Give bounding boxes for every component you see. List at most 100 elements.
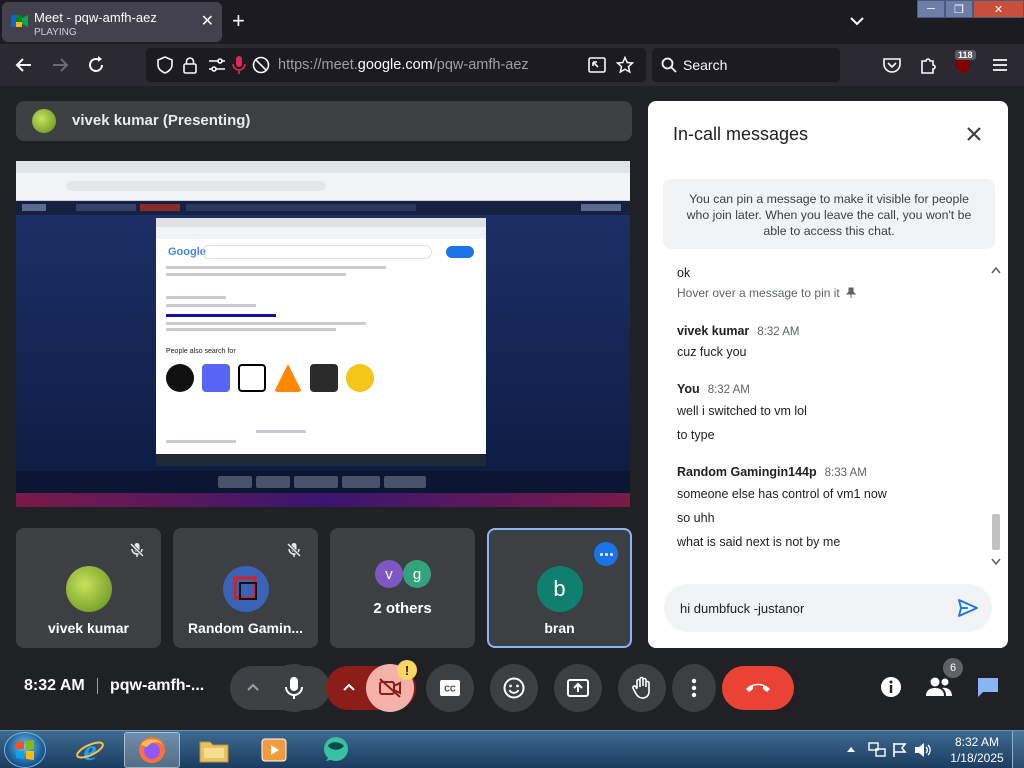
taskbar-chat-app[interactable] [308, 732, 364, 768]
chat-icon[interactable] [976, 676, 1000, 698]
back-arrow-icon[interactable] [14, 55, 34, 75]
scroll-down-icon[interactable] [991, 558, 1001, 566]
captions-button[interactable]: CC [426, 664, 474, 712]
chat-sender: Random Gamingin144p 8:33 AM [677, 465, 867, 479]
participant-tile-others[interactable]: v g 2 others [330, 528, 475, 648]
microphone-red-icon[interactable] [232, 55, 246, 75]
close-window-button[interactable]: ✕ [973, 0, 1024, 18]
shield-icon[interactable] [156, 56, 174, 74]
chat-message: well i switched to vm lol [677, 404, 807, 418]
participant-tile-random-gaming[interactable]: Random Gamin... [173, 528, 318, 648]
action-center-flag-icon[interactable] [892, 742, 908, 758]
permissions-icon[interactable] [208, 57, 226, 73]
hang-up-icon [746, 683, 770, 692]
taskbar-media-player[interactable] [246, 732, 302, 768]
audio-control-group [230, 664, 330, 712]
raise-hand-button[interactable] [618, 664, 666, 712]
volume-icon[interactable] [914, 742, 932, 758]
taskbar-file-explorer[interactable] [186, 732, 242, 768]
extension-badge-count: 118 [955, 50, 976, 60]
chat-bubble-app-icon [324, 737, 348, 761]
meet-control-bar: 8:32 AM pqw-amfh-... ! CC 6 [0, 656, 1024, 718]
shared-screen[interactable]: Google People also search for [16, 161, 630, 507]
shared-browser-tabs [16, 161, 630, 173]
send-icon[interactable] [956, 596, 980, 620]
chat-sender: vivek kumar 8:32 AM [677, 324, 800, 338]
more-options-button[interactable] [672, 664, 716, 712]
shared-app-toolbar [16, 201, 630, 215]
taskbar-internet-explorer[interactable]: e [62, 732, 118, 768]
participant-name: vivek kumar [48, 620, 129, 636]
shared-desktop: Google People also search for [16, 215, 630, 471]
chevron-up-icon[interactable] [342, 682, 356, 692]
chevron-up-icon[interactable] [246, 682, 260, 692]
participant-name: 2 others [373, 600, 432, 617]
chevron-down-icon[interactable] [848, 12, 866, 30]
show-hidden-icons-icon[interactable] [846, 745, 856, 753]
emoji-button[interactable] [490, 664, 538, 712]
folder-icon [199, 741, 229, 763]
pin-icon [845, 287, 857, 298]
chat-input-box[interactable] [664, 584, 992, 632]
closed-captions-icon: CC [440, 680, 460, 696]
scrollbar-thumb[interactable] [992, 514, 1000, 550]
presenter-banner: vivek kumar (Presenting) [16, 101, 632, 141]
close-icon[interactable] [964, 124, 984, 144]
present-screen-button[interactable] [554, 664, 602, 712]
show-desktop-button[interactable] [1012, 731, 1024, 768]
leave-call-button[interactable] [722, 666, 794, 710]
microphone-icon [285, 677, 303, 699]
minimize-button[interactable]: ─ [917, 0, 945, 18]
chat-scrollbar[interactable] [989, 266, 1003, 568]
new-tab-button[interactable]: + [232, 10, 245, 32]
picture-in-picture-icon[interactable] [588, 56, 606, 74]
taskbar-firefox[interactable] [124, 732, 180, 768]
vivek-avatar [65, 566, 112, 612]
search-icon [661, 57, 677, 73]
chat-message-input[interactable] [680, 598, 940, 618]
meeting-info-icon[interactable] [880, 676, 902, 698]
forward-arrow-icon[interactable] [50, 55, 70, 75]
camera-warning-badge: ! [397, 660, 417, 680]
search-placeholder: Search [683, 57, 728, 73]
microphone-button[interactable] [270, 664, 318, 712]
tab-close-icon[interactable]: ✕ [201, 13, 214, 31]
bookmark-star-icon[interactable] [616, 56, 634, 74]
taskbar-date: 1/18/2025 [950, 751, 1004, 765]
participant-tile-bran[interactable]: b bran [487, 528, 632, 648]
meet-page: vivek kumar (Presenting) Google People a… [0, 86, 1024, 730]
present-screen-icon [567, 679, 589, 697]
hamburger-menu-icon[interactable] [990, 55, 1010, 75]
meet-speaker-icon [11, 15, 28, 27]
lock-icon[interactable] [182, 56, 198, 74]
start-button[interactable] [4, 732, 46, 768]
more-options-button[interactable] [594, 542, 618, 566]
browser-tab-meet[interactable]: Meet - pqw-amfh-aez PLAYING ✕ [2, 2, 222, 42]
shared-google-logo: Google [168, 246, 206, 258]
avatar-b: b [536, 566, 583, 612]
more-vert-icon [691, 678, 697, 698]
reload-icon[interactable] [86, 55, 106, 75]
shared-inner-browser: Google People also search for [156, 218, 486, 466]
shared-address-bar [16, 173, 630, 201]
scroll-up-icon[interactable] [991, 266, 1001, 274]
taskbar-clock[interactable]: 8:32 AM 1/18/2025 [944, 734, 1010, 766]
pocket-icon[interactable] [882, 55, 902, 75]
extensions-puzzle-icon[interactable] [918, 55, 938, 75]
pin-message-note: You can pin a message to make it visible… [663, 179, 995, 249]
chat-message: what is said next is not by me [677, 535, 841, 549]
meeting-clock: 8:32 AM [24, 677, 85, 694]
participant-tile-vivek[interactable]: vivek kumar [16, 528, 161, 648]
maximize-button[interactable]: ❐ [945, 0, 973, 18]
people-icon[interactable] [926, 676, 952, 698]
url-prefix: https://meet. [278, 57, 358, 73]
chat-message-list[interactable]: ok Hover over a message to pin it vivek … [648, 261, 993, 571]
camera-blocked-icon[interactable] [252, 56, 270, 74]
search-box[interactable]: Search [652, 48, 840, 82]
avatar-v: v [375, 560, 403, 588]
address-bar[interactable]: https://meet.google.com/pqw-amfh-aez [146, 48, 646, 82]
network-icon[interactable] [868, 742, 886, 758]
random-gaming-avatar [222, 566, 269, 612]
internet-explorer-icon: e [76, 735, 104, 765]
svg-text:e: e [83, 735, 96, 765]
